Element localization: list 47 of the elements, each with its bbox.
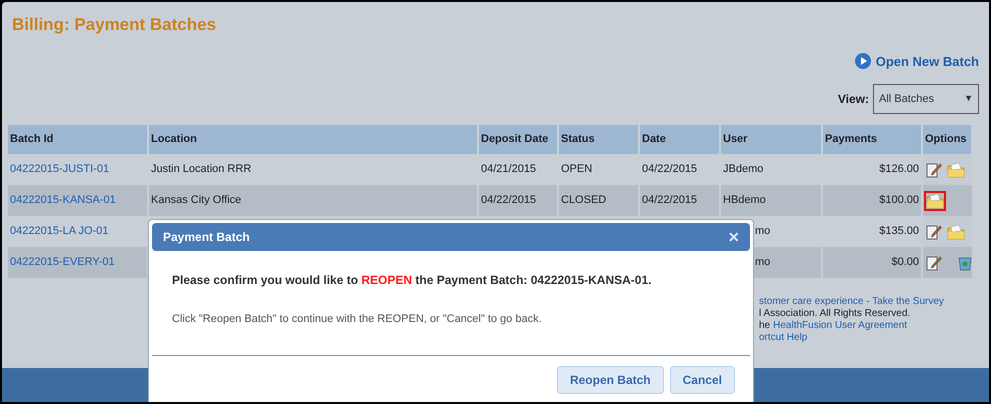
table-cell: mo	[755, 225, 770, 238]
table-cell: $0.00	[891, 256, 919, 268]
table-cell: 04/22/2015	[481, 194, 536, 206]
close-button[interactable]: ×	[728, 228, 739, 246]
survey-link[interactable]: stomer care experience - Take the Survey	[759, 296, 944, 308]
column-header: Status	[558, 125, 639, 154]
table-cell: JBdemo	[723, 163, 764, 176]
batch-id-link[interactable]: 04222015-JUSTI-01	[10, 163, 110, 176]
folder-icon[interactable]	[945, 222, 967, 242]
table-cell: CLOSED	[561, 194, 606, 206]
reopen-batch-button[interactable]: Reopen Batch	[556, 366, 664, 394]
confirm-message: Please confirm you would like to REOPEN the Payment Batch: 04222015-KANSA-01.	[172, 272, 652, 289]
column-header: Deposit Date	[478, 125, 558, 154]
agreement-link[interactable]: HealthFusion User Agreement	[773, 320, 908, 332]
table-cell: Justin Location RRR	[151, 163, 252, 176]
table-cell: 04/22/2015	[642, 194, 698, 206]
column-header: Date	[639, 125, 720, 154]
table-cell: mo	[755, 256, 770, 268]
table-cell: Kansas City Office	[151, 194, 242, 206]
column-header: User	[720, 125, 822, 154]
batch-id-link[interactable]: 04222015-EVERY-01	[10, 256, 115, 268]
table-cell: OPEN	[561, 163, 592, 176]
column-header: Payments	[822, 125, 922, 154]
table-cell: HBdemo	[723, 194, 766, 206]
instruction-text: Click "Reopen Batch" to continue with the REOPEN, or "Cancel" to go back.	[172, 312, 543, 327]
open-new-batch-link[interactable]: Open New Batch	[854, 52, 979, 71]
table-cell: $135.00	[879, 225, 919, 238]
view-label: View:	[838, 91, 869, 108]
batch-id-link[interactable]: 04222015-KANSA-01	[10, 194, 116, 206]
play-icon	[854, 53, 871, 70]
table-cell: $126.00	[879, 163, 919, 176]
shortcut-help-link[interactable]: ortcut Help	[759, 332, 808, 344]
dialog-title: Payment Batch	[163, 229, 250, 246]
folder-icon[interactable]	[924, 190, 946, 210]
table-cell: 04/22/2015	[642, 163, 698, 176]
table-cell: 04/21/2015	[481, 163, 536, 176]
page-title: Billing: Payment Batches	[12, 14, 216, 36]
batch-id-link[interactable]: 04222015-LA JO-01	[10, 225, 108, 238]
folder-icon[interactable]	[945, 160, 967, 180]
table-cell: $100.00	[879, 194, 919, 206]
cancel-button[interactable]: Cancel	[670, 366, 735, 394]
copyright-text: l Association. All Rights Reserved.	[759, 308, 910, 320]
column-header: Location	[148, 125, 478, 154]
column-header: Batch Id	[8, 125, 148, 154]
view-dropdown[interactable]: All Batches ▼	[873, 84, 979, 114]
agreement-text: he	[759, 320, 770, 332]
column-header: Options	[922, 125, 972, 154]
